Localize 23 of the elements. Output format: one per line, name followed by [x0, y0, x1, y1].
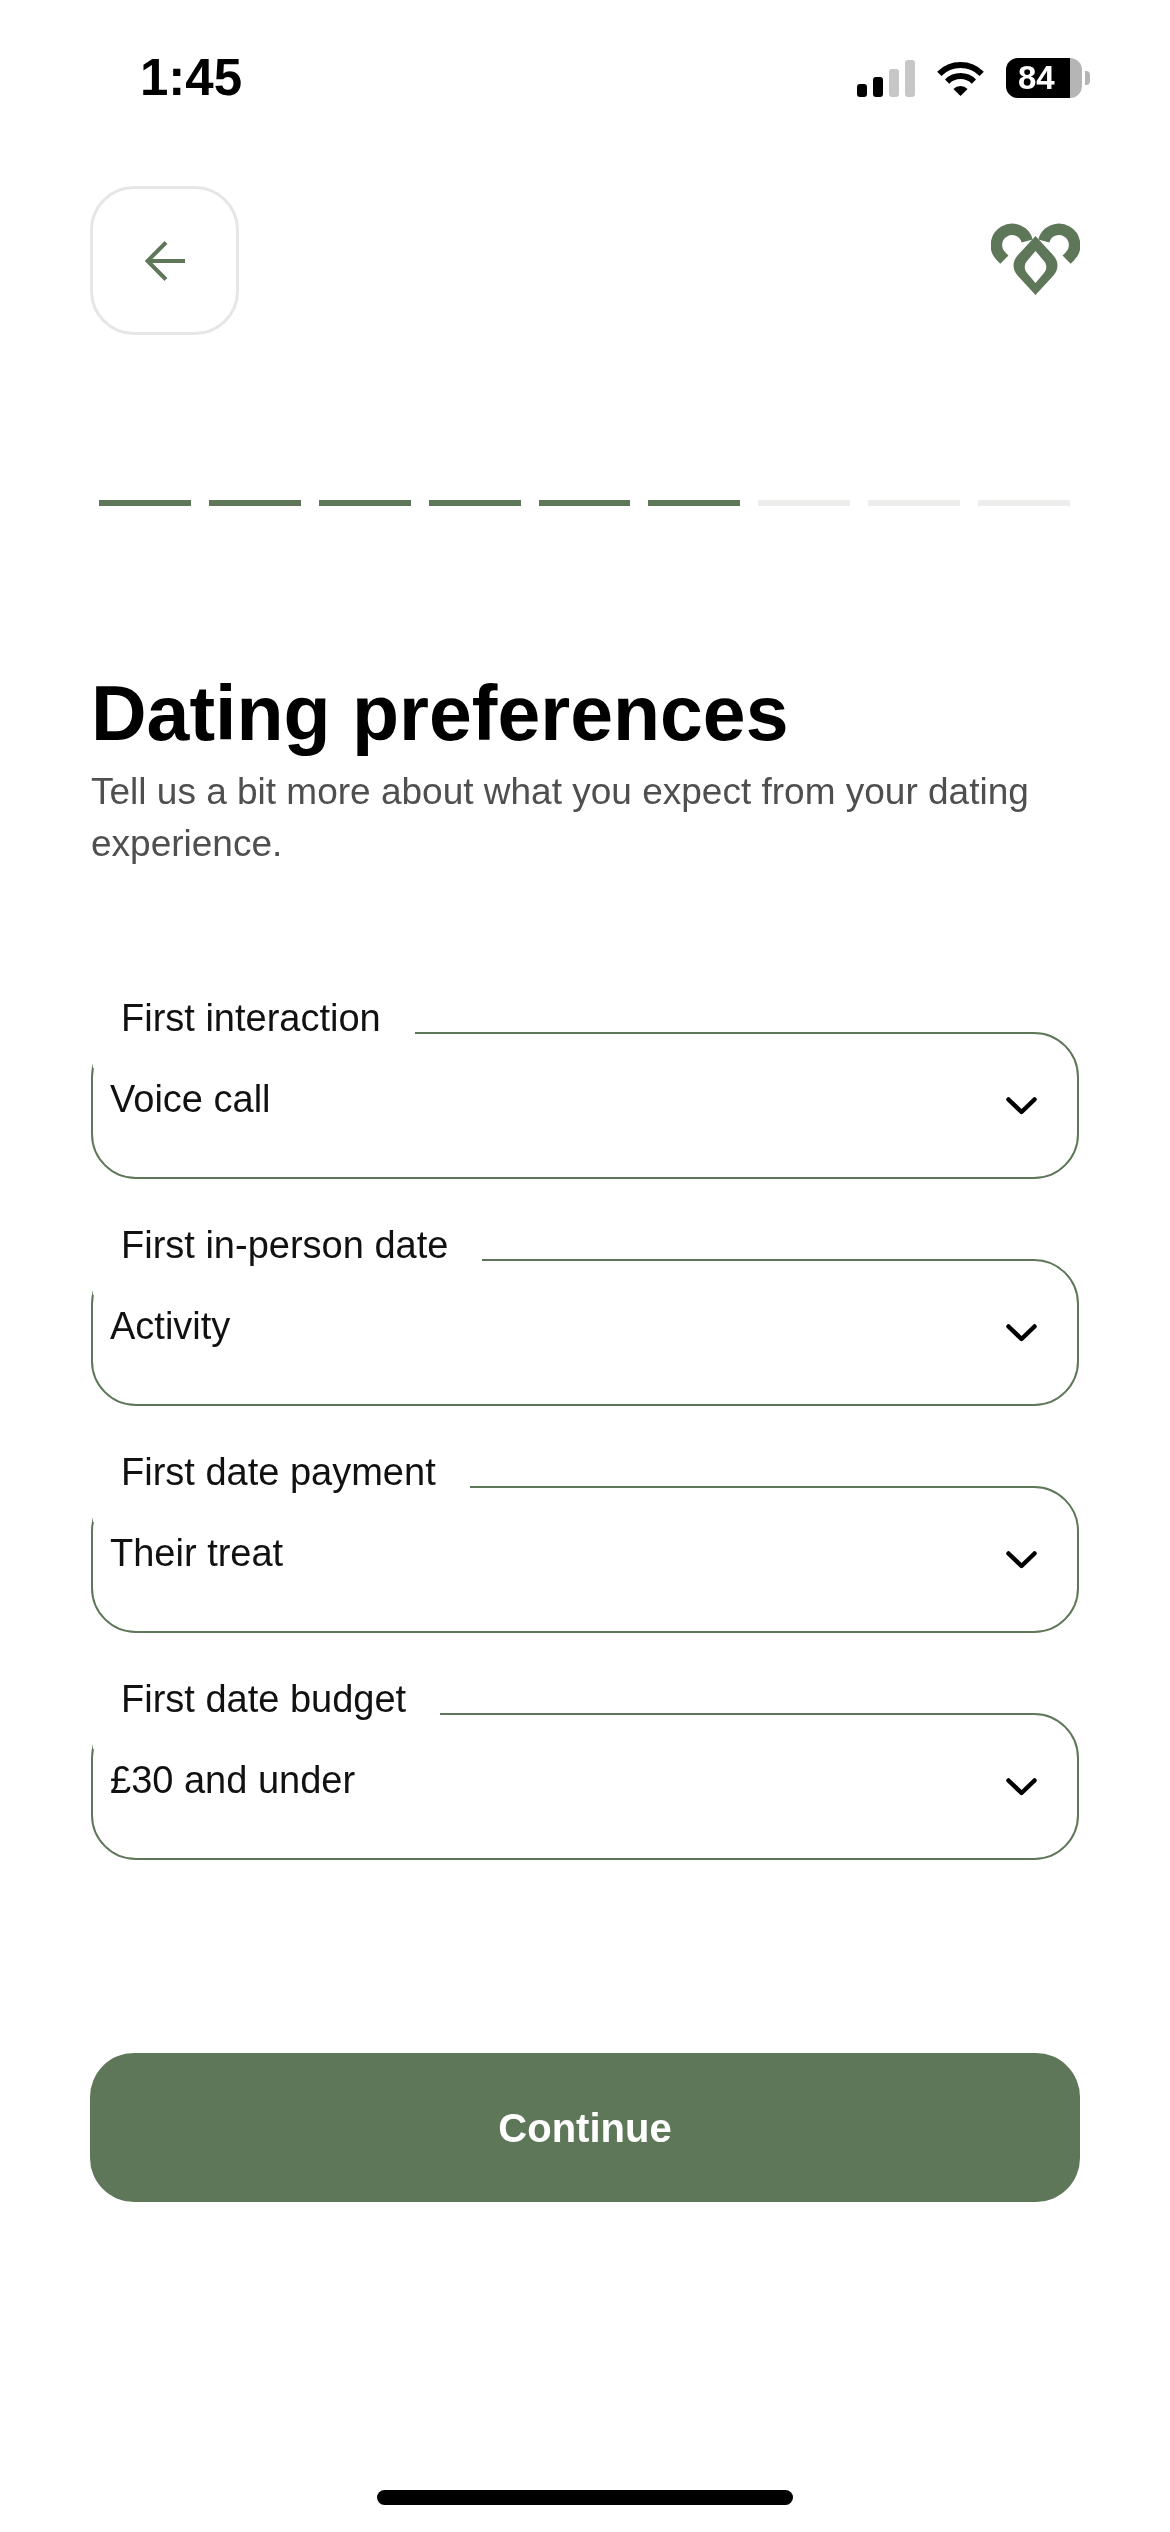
- field-label: First in-person date: [120, 1225, 450, 1268]
- back-button[interactable]: [90, 186, 239, 335]
- logo-icon: [991, 223, 1080, 296]
- page-subtitle: Tell us a bit more about what you expect from your dating experience.: [91, 770, 1030, 866]
- field-value: Activity: [110, 1306, 231, 1346]
- signal-icon: [857, 59, 915, 97]
- field-value: Voice call: [110, 1079, 271, 1119]
- field-value: £30 and under: [110, 1760, 356, 1800]
- field-label: First interaction: [120, 998, 382, 1041]
- chevron-down-icon: [1006, 1551, 1037, 1569]
- chevron-down-icon: [1006, 1324, 1037, 1342]
- status-time: 1:45: [140, 50, 243, 106]
- continue-button[interactable]: Continue: [90, 2053, 1080, 2202]
- field-label: First date payment: [120, 1452, 437, 1495]
- field-value: Their treat: [110, 1533, 284, 1573]
- field-label: First date budget: [120, 1679, 408, 1722]
- chevron-down-icon: [1006, 1097, 1037, 1115]
- wifi-icon: [935, 59, 986, 97]
- battery-icon: [1006, 58, 1090, 98]
- battery-percentage: 84: [1018, 60, 1055, 96]
- page-title: Dating preferences: [91, 669, 790, 757]
- back-icon: [144, 239, 185, 282]
- chevron-down-icon: [1006, 1778, 1037, 1796]
